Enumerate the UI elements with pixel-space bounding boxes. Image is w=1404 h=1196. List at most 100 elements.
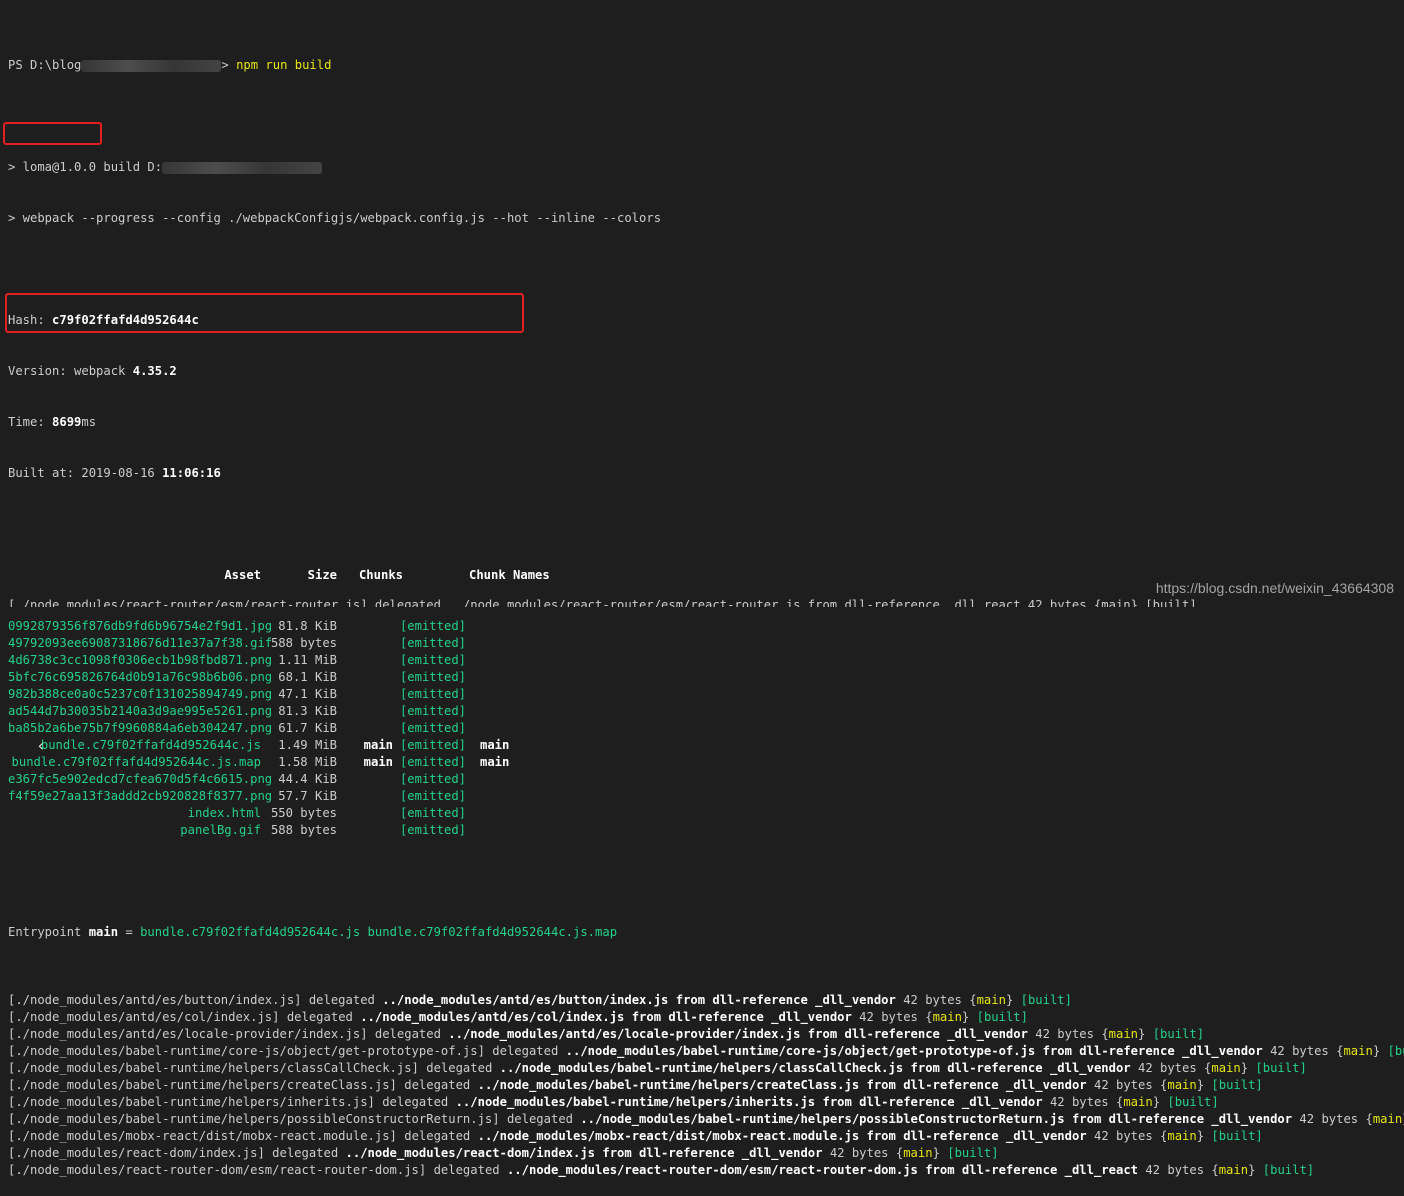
module-target: ../node_modules/react-router-dom/esm/rea… (507, 1163, 918, 1177)
asset-name: 49792093ee69087318676d11e37a7f38.gif (8, 635, 261, 652)
module-line: [./node_modules/babel-runtime/helpers/cr… (8, 1077, 1404, 1094)
asset-chunks (337, 635, 393, 652)
module-status: [built] (1167, 1095, 1218, 1109)
module-size: 42 bytes (822, 1146, 895, 1160)
module-chunk: main (977, 993, 1006, 1007)
header-asset: Asset (8, 567, 261, 584)
asset-chunk-names (466, 720, 526, 737)
built-label: Built at: 2019-08-16 (8, 466, 162, 480)
module-delegated: delegated (485, 1044, 566, 1058)
time-value: 8699 (52, 415, 81, 429)
module-size: 42 bytes (1131, 1061, 1204, 1075)
asset-chunks: main (337, 754, 393, 771)
asset-name: 4d6738c3cc1098f0306ecb1b98fbd871.png (8, 652, 261, 669)
module-from: from dll-reference (903, 1061, 1050, 1075)
module-brace-close: } (933, 1146, 948, 1160)
terminal-output[interactable]: PS D:\blog> npm run build > loma@1.0.0 b… (0, 0, 1404, 607)
module-brace-close: } (1241, 1061, 1256, 1075)
module-size: 42 bytes (1087, 1129, 1160, 1143)
module-target: ../node_modules/babel-runtime/helpers/cr… (478, 1078, 860, 1092)
module-chunk: main (1109, 1027, 1138, 1041)
module-brace-close: } (962, 1010, 977, 1024)
prompt-suffix: > (221, 58, 236, 72)
module-path: [./node_modules/babel-runtime/helpers/cr… (8, 1078, 397, 1092)
entrypoint-label: Entrypoint (8, 925, 89, 939)
module-line: [./node_modules/antd/es/locale-provider/… (8, 1026, 1404, 1043)
asset-row: f4f59e27aa13f3addd2cb920828f8377.png57.7… (8, 788, 1404, 805)
module-delegated: delegated (419, 1061, 500, 1075)
module-delegated: delegated (500, 1112, 581, 1126)
asset-row: panelBg.gif588 bytes[emitted] (8, 822, 1404, 839)
header-size: Size (261, 567, 337, 584)
module-target: ../node_modules/mobx-react/dist/mobx-rea… (478, 1129, 860, 1143)
hash-line: Hash: c79f02ffafd4d952644c (8, 312, 1404, 329)
module-line: [./node_modules/react-router-dom/esm/rea… (8, 1162, 1404, 1179)
asset-status: [emitted] (393, 703, 466, 720)
module-from: from dll-reference (624, 1010, 771, 1024)
module-brace-close: } (1138, 1027, 1153, 1041)
module-line: [./node_modules/mobx-react/dist/mobx-rea… (8, 1128, 1404, 1145)
asset-status: [emitted] (393, 822, 466, 839)
module-chunk: main (1343, 1044, 1372, 1058)
module-path: [./node_modules/antd/es/button/index.js] (8, 993, 302, 1007)
asset-status: [emitted] (393, 720, 466, 737)
asset-status: [emitted] (393, 771, 466, 788)
module-brace-close: } (1153, 1095, 1168, 1109)
module-list: [./node_modules/antd/es/button/index.js]… (8, 992, 1404, 1179)
module-status: [built] (1388, 1044, 1404, 1058)
module-status: [built] (977, 1010, 1028, 1024)
module-ref: _dll_vendor (1006, 1078, 1087, 1092)
module-line: [./node_modules/babel-runtime/helpers/in… (8, 1094, 1404, 1111)
module-from: from dll-reference (859, 1078, 1006, 1092)
asset-chunks (337, 771, 393, 788)
asset-status: [emitted] (393, 669, 466, 686)
module-ref: _dll_vendor (1006, 1129, 1087, 1143)
hash-label: Hash: (8, 313, 52, 327)
asset-rows: 0992879356f876db9fd6b96754e2f9d1.jpg81.8… (8, 618, 1404, 839)
asset-row: 5bfc76c695826764d0b91a76c98b6b06.png68.1… (8, 669, 1404, 686)
chevron-left-icon[interactable]: ‹ (32, 737, 50, 754)
asset-chunks (337, 618, 393, 635)
asset-size: 81.3 KiB (261, 703, 337, 720)
asset-chunk-names (466, 669, 526, 686)
asset-chunks (337, 652, 393, 669)
cut-off-line: [./node_modules/react-router/esm/react-r… (8, 597, 1308, 607)
module-chunk: main (903, 1146, 932, 1160)
module-brace-open: { (1204, 1061, 1211, 1075)
version-value: 4.35.2 (133, 364, 177, 378)
asset-chunks (337, 788, 393, 805)
asset-size: 1.49 MiB (261, 737, 337, 754)
module-size: 42 bytes (852, 1010, 925, 1024)
script-line: > loma@1.0.0 build D: (8, 159, 1404, 176)
script-line-prefix: > loma@1.0.0 build D: (8, 160, 162, 174)
module-brace-open: { (969, 993, 976, 1007)
module-from: from dll-reference (918, 1163, 1065, 1177)
time-unit: ms (81, 415, 96, 429)
asset-chunks: main (337, 737, 393, 754)
time-line: Time: 8699ms (8, 414, 1404, 431)
module-brace-close: } (1197, 1129, 1212, 1143)
module-from: from dll-reference (1065, 1112, 1212, 1126)
redacted-path (81, 60, 221, 72)
module-delegated: delegated (397, 1078, 478, 1092)
module-brace-open: { (1211, 1163, 1218, 1177)
module-path: [./node_modules/babel-runtime/helpers/in… (8, 1095, 375, 1109)
asset-chunks (337, 805, 393, 822)
module-brace-open: { (1101, 1027, 1108, 1041)
asset-row: 49792093ee69087318676d11e37a7f38.gif588 … (8, 635, 1404, 652)
module-line: [./node_modules/babel-runtime/helpers/cl… (8, 1060, 1404, 1077)
built-time: 11:06:16 (162, 466, 221, 480)
module-path: [./node_modules/react-dom/index.js] (8, 1146, 265, 1160)
asset-chunk-names (466, 788, 526, 805)
module-from: from dll-reference (859, 1129, 1006, 1143)
asset-chunks (337, 822, 393, 839)
module-brace-open: { (896, 1146, 903, 1160)
module-size: 42 bytes (1087, 1078, 1160, 1092)
asset-size: 588 bytes (261, 635, 337, 652)
entrypoint-files: bundle.c79f02ffafd4d952644c.js bundle.c7… (140, 925, 617, 939)
module-delegated: delegated (397, 1129, 478, 1143)
module-chunk: main (1219, 1163, 1248, 1177)
module-chunk: main (1167, 1129, 1196, 1143)
asset-size: 47.1 KiB (261, 686, 337, 703)
module-brace-open: { (1336, 1044, 1343, 1058)
